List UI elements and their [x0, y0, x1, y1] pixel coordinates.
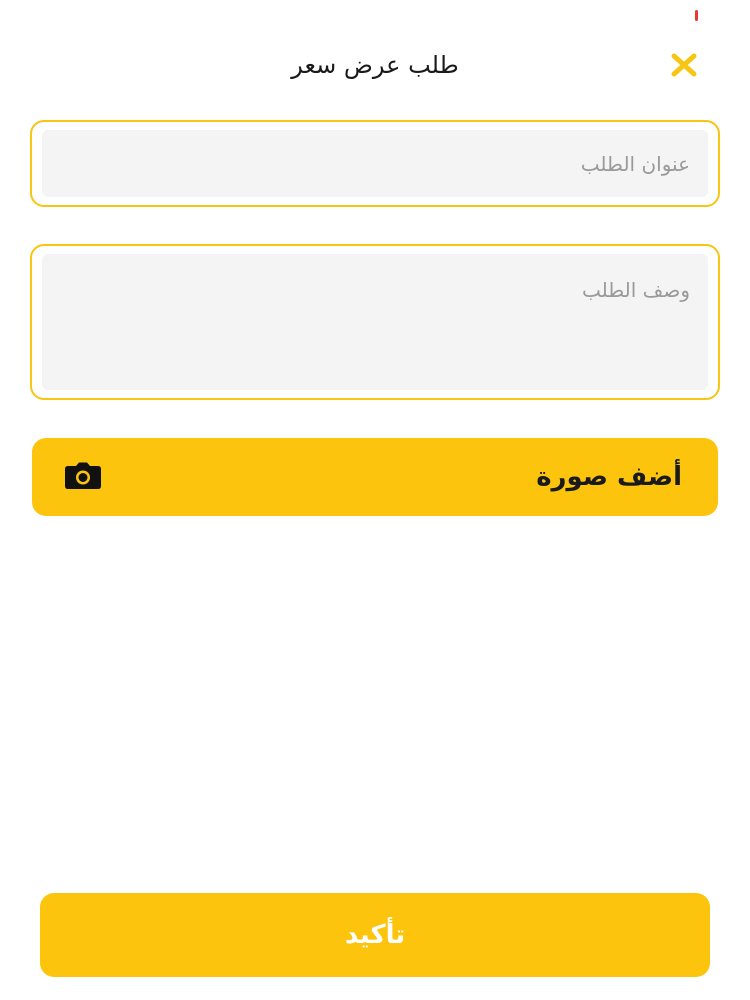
request-description-input[interactable] — [42, 254, 708, 390]
camera-icon — [65, 462, 101, 489]
confirm-button[interactable]: تأكيد — [40, 893, 710, 977]
request-title-input[interactable] — [42, 130, 708, 197]
confirm-label: تأكيد — [344, 920, 406, 950]
close-icon — [671, 53, 697, 77]
request-title-field-wrapper — [30, 120, 720, 207]
page-title: طلب عرض سعر — [291, 51, 459, 79]
quote-request-screen: طلب عرض سعر أضف صورة تأكيد — [0, 0, 750, 1000]
request-description-field-wrapper — [30, 244, 720, 400]
add-photo-button[interactable]: أضف صورة — [32, 438, 718, 516]
header: طلب عرض سعر — [0, 40, 750, 90]
add-photo-label: أضف صورة — [536, 462, 682, 492]
close-button[interactable] — [664, 50, 704, 80]
status-indicator — [695, 10, 698, 21]
